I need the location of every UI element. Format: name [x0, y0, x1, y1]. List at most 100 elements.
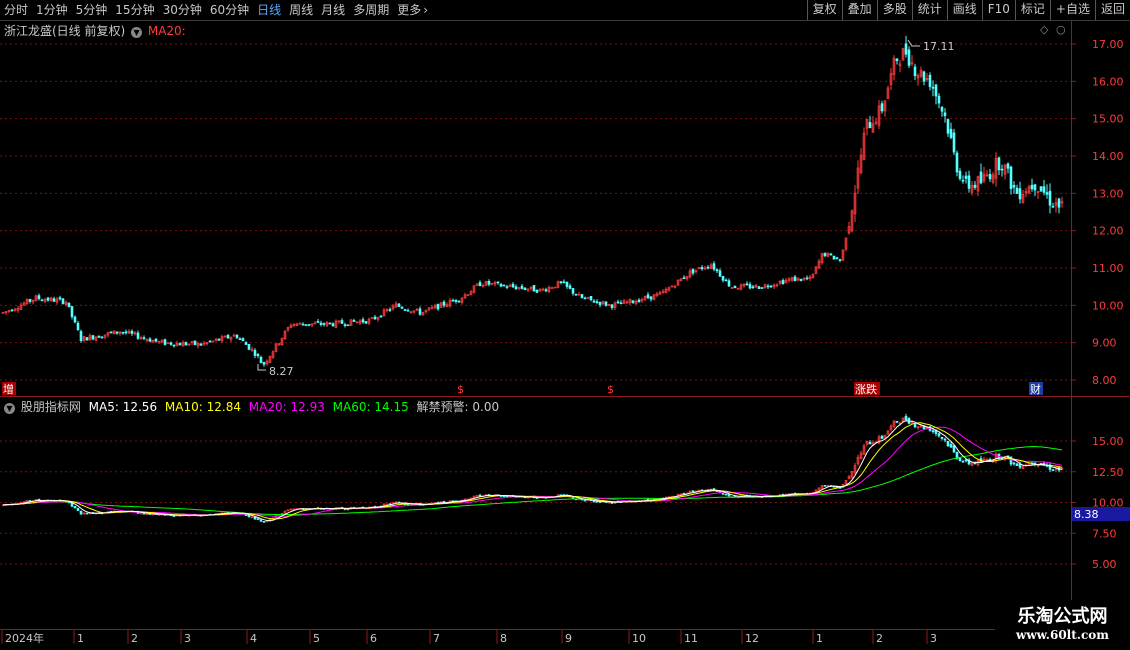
candle-body: [631, 300, 635, 303]
candle-body: [580, 294, 584, 299]
candle-body: [904, 43, 908, 55]
chevron-down-icon[interactable]: ▼: [4, 403, 15, 414]
candle-body: [616, 501, 620, 503]
candle-body: [304, 508, 308, 511]
tab-timeframe[interactable]: 更多: [393, 0, 425, 20]
candle-body: [979, 458, 983, 463]
x-tick-label: 3: [930, 632, 937, 645]
candle-body: [103, 511, 107, 514]
candle-body: [610, 304, 614, 308]
candle-body: [85, 512, 89, 515]
candle-body: [679, 278, 683, 282]
candle-body: [673, 285, 677, 288]
candle-body: [892, 57, 896, 75]
candle-body: [838, 487, 842, 489]
candle-body: [943, 112, 947, 117]
tab-timeframe[interactable]: 60分钟: [206, 0, 253, 20]
diamond-icon[interactable]: ◇: [1040, 23, 1049, 36]
candle-body: [88, 512, 92, 515]
candle-body: [406, 309, 410, 312]
candle-body: [208, 513, 212, 516]
candle-body: [73, 316, 77, 323]
candle-body: [451, 500, 455, 503]
tab-timeframe[interactable]: 月线: [317, 0, 349, 20]
tab-timeframe[interactable]: 5分钟: [72, 0, 112, 20]
candle-body: [361, 319, 365, 323]
chevron-down-icon[interactable]: ▼: [131, 27, 143, 38]
candle-body: [115, 510, 119, 513]
candle-body: [955, 152, 959, 173]
candle-body: [61, 298, 65, 305]
candle-body: [421, 311, 425, 316]
candle-body: [55, 500, 59, 502]
watermark-title: 乐淘公式网: [1017, 606, 1108, 627]
candle-body: [523, 496, 527, 499]
toolbar-button[interactable]: +自选: [1049, 0, 1095, 20]
candle-body: [787, 493, 791, 496]
candle-body: [358, 320, 362, 324]
candle-body: [484, 494, 488, 497]
candle-body: [28, 500, 32, 502]
candle-body: [496, 494, 500, 497]
candle-body: [955, 451, 959, 459]
candle-body: [790, 493, 794, 495]
kline-chart: 17.0016.0015.0014.0013.0012.0011.0010.00…: [0, 20, 1130, 645]
candle-body: [460, 499, 464, 502]
candle-body: [331, 508, 335, 510]
tab-timeframe[interactable]: 15分钟: [111, 0, 158, 20]
event-marker: $: [457, 383, 464, 396]
candle-body: [334, 507, 338, 511]
candle-body: [238, 513, 242, 515]
candle-body: [529, 286, 533, 289]
tab-timeframe[interactable]: 分时: [0, 0, 32, 20]
candle-body: [130, 510, 134, 513]
candle-body: [568, 495, 572, 498]
candle-body: [418, 503, 422, 506]
candle-body: [415, 503, 419, 506]
candle-body: [214, 338, 218, 341]
candle-body: [733, 285, 737, 289]
candle-body: [466, 294, 470, 296]
candle-body: [592, 500, 596, 503]
candle-body: [136, 511, 140, 514]
candle-body: [211, 340, 215, 343]
candle-body: [217, 338, 221, 341]
candle-body: [271, 351, 275, 358]
settings-circle-icon[interactable]: ○: [1056, 23, 1066, 36]
toolbar-button[interactable]: F10: [981, 0, 1015, 20]
candle-body: [466, 498, 470, 501]
candle-body: [1006, 163, 1010, 169]
candle-body: [34, 499, 38, 502]
candle-body: [778, 281, 782, 284]
toolbar-button[interactable]: 多股: [876, 0, 912, 20]
candle-body: [718, 270, 722, 277]
candle-body: [895, 421, 899, 423]
candle-body: [796, 493, 800, 495]
toolbar-button[interactable]: 统计: [911, 0, 947, 20]
main-grid: [0, 43, 1071, 381]
candle-body: [106, 332, 110, 336]
tab-timeframe[interactable]: 日线: [253, 0, 285, 20]
tab-timeframe[interactable]: 周线: [285, 0, 317, 20]
candle-body: [574, 498, 578, 501]
toolbar-button[interactable]: 返回: [1094, 0, 1130, 20]
toolbar-button[interactable]: 标记: [1014, 0, 1050, 20]
toolbar-button[interactable]: 画线: [946, 0, 982, 20]
toolbar-button[interactable]: 叠加: [841, 0, 877, 20]
candle-body: [931, 430, 935, 432]
candle-body: [1036, 191, 1040, 193]
candle-body: [265, 360, 269, 365]
chevron-right-icon[interactable]: ›: [423, 3, 428, 17]
candle-body: [382, 309, 386, 317]
ma20-indicator-label: MA20:: [147, 24, 186, 38]
candle-body: [505, 286, 509, 288]
candle-body: [853, 465, 857, 473]
candle-body: [601, 500, 605, 503]
event-marker: 增: [3, 382, 14, 396]
toolbar-button[interactable]: 复权: [806, 0, 842, 20]
tab-timeframe[interactable]: 1分钟: [32, 0, 72, 20]
candle-body: [7, 503, 11, 506]
tab-timeframe[interactable]: 多周期: [349, 0, 393, 20]
candle-body: [229, 512, 233, 515]
tab-timeframe[interactable]: 30分钟: [159, 0, 206, 20]
